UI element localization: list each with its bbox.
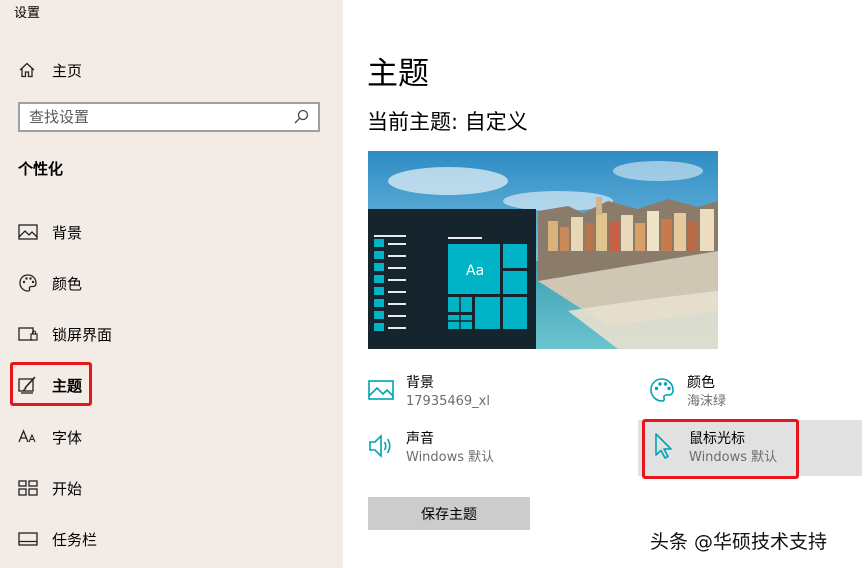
sidebar-item-label: 任务栏 bbox=[52, 530, 98, 549]
taskbar-icon bbox=[18, 529, 38, 549]
speaker-icon bbox=[369, 434, 391, 458]
sidebar-item-label: 背景 bbox=[52, 223, 83, 242]
sidebar-item-label: 开始 bbox=[52, 479, 83, 498]
image-icon bbox=[368, 380, 394, 400]
palette-icon bbox=[650, 378, 674, 402]
search-input[interactable] bbox=[20, 107, 292, 127]
sidebar-item-label: 锁屏界面 bbox=[52, 325, 113, 344]
property-title: 颜色 bbox=[687, 375, 715, 391]
sidebar-item-start[interactable]: 开始 bbox=[18, 474, 82, 502]
property-value: 海沫绿 bbox=[687, 394, 727, 409]
sidebar-item-fonts[interactable]: 字体 bbox=[18, 423, 82, 451]
property-title: 背景 bbox=[406, 375, 434, 391]
palette-icon bbox=[18, 273, 38, 293]
image-icon bbox=[18, 222, 38, 242]
section-title: 个性化 bbox=[18, 160, 64, 178]
sidebar-item-background[interactable]: 背景 bbox=[18, 218, 82, 246]
search-icon[interactable] bbox=[292, 108, 310, 126]
sidebar-item-lock-screen[interactable]: 锁屏界面 bbox=[18, 320, 112, 348]
start-icon bbox=[18, 478, 38, 498]
theme-preview[interactable]: Aa bbox=[368, 151, 718, 349]
watermark: 头条 @华硕技术支持 bbox=[650, 531, 828, 553]
theme-property-sound[interactable]: 声音 Windows 默认 bbox=[367, 430, 494, 468]
property-value: 17935469_xl bbox=[406, 394, 490, 409]
search-box[interactable] bbox=[18, 102, 320, 132]
sidebar-item-label: 颜色 bbox=[52, 274, 83, 293]
sidebar: 设置 主页 个性化 背景 bbox=[0, 0, 343, 568]
theme-property-background[interactable]: 背景 17935469_xl bbox=[367, 374, 490, 412]
sidebar-item-color[interactable]: 颜色 bbox=[18, 269, 82, 297]
highlight-box bbox=[10, 362, 92, 406]
property-title: 声音 bbox=[406, 431, 434, 447]
property-value: Windows 默认 bbox=[406, 450, 495, 465]
current-theme-label: 当前主题: 自定义 bbox=[367, 110, 528, 134]
window-title: 设置 bbox=[14, 6, 41, 21]
save-theme-button[interactable]: 保存主题 bbox=[368, 497, 530, 530]
font-icon bbox=[18, 427, 38, 447]
theme-preview-image bbox=[368, 151, 718, 349]
lock-screen-icon bbox=[18, 324, 38, 344]
page-title: 主题 bbox=[367, 56, 429, 92]
preview-tile-text: Aa bbox=[466, 263, 485, 279]
sidebar-item-home[interactable]: 主页 bbox=[18, 58, 82, 82]
home-icon bbox=[19, 62, 35, 78]
theme-property-color[interactable]: 颜色 海沫绿 bbox=[648, 374, 726, 412]
sidebar-item-label: 字体 bbox=[52, 428, 83, 447]
sidebar-item-taskbar[interactable]: 任务栏 bbox=[18, 525, 97, 553]
highlight-box bbox=[642, 419, 799, 479]
sidebar-item-label: 主页 bbox=[52, 61, 83, 80]
